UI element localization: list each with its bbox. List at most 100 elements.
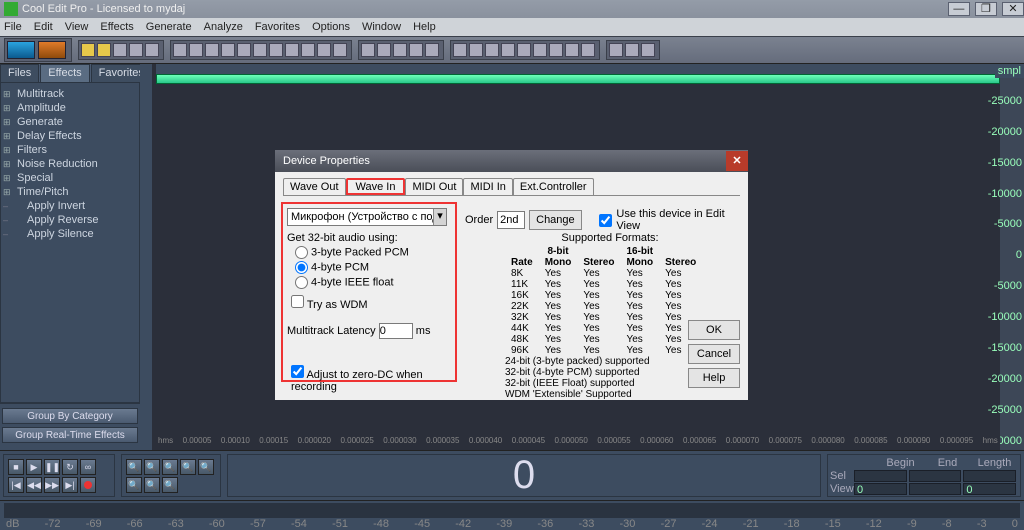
menu-effects[interactable]: Effects xyxy=(100,21,133,33)
save-icon[interactable] xyxy=(113,43,127,57)
tb-icon[interactable] xyxy=(285,43,299,57)
try-wdm-checkbox[interactable] xyxy=(291,295,304,308)
tree-apply-silence[interactable]: Apply Silence xyxy=(3,227,137,241)
tree-multitrack[interactable]: Multitrack xyxy=(3,87,137,101)
tb-icon[interactable] xyxy=(581,43,595,57)
tb-icon[interactable] xyxy=(625,43,639,57)
help-button[interactable]: Help xyxy=(688,368,740,388)
tree-noise-reduction[interactable]: Noise Reduction xyxy=(3,157,137,171)
view-length[interactable]: 0 xyxy=(963,483,1016,495)
tab-midi-out[interactable]: MIDI Out xyxy=(405,178,463,195)
zoom-out-icon[interactable]: 🔍 xyxy=(144,459,160,475)
latency-input[interactable] xyxy=(379,323,413,339)
play-button[interactable]: ▶ xyxy=(26,459,42,475)
close-window-button[interactable]: ✕ xyxy=(1002,2,1024,16)
tb-icon[interactable] xyxy=(485,43,499,57)
tb-icon[interactable] xyxy=(501,43,515,57)
tb-icon[interactable] xyxy=(333,43,347,57)
tb-icon[interactable] xyxy=(425,43,439,57)
radio-3byte-packed[interactable] xyxy=(295,246,308,259)
zoom-in-v-icon[interactable]: 🔍 xyxy=(198,459,214,475)
view-begin[interactable]: 0 xyxy=(854,483,907,495)
tab-wave-out[interactable]: Wave Out xyxy=(283,178,346,195)
panel-separator[interactable] xyxy=(140,64,152,450)
tree-special[interactable]: Special xyxy=(3,171,137,185)
tb-icon[interactable] xyxy=(565,43,579,57)
sel-length[interactable] xyxy=(963,470,1016,482)
tree-time-pitch[interactable]: Time/Pitch xyxy=(3,185,137,199)
new-icon[interactable] xyxy=(97,43,111,57)
tb-icon[interactable] xyxy=(377,43,391,57)
order-input[interactable] xyxy=(497,211,525,229)
tb-icon[interactable] xyxy=(253,43,267,57)
tb-icon[interactable] xyxy=(533,43,547,57)
menu-favorites[interactable]: Favorites xyxy=(255,21,300,33)
ok-button[interactable]: OK xyxy=(688,320,740,340)
tree-delay-effects[interactable]: Delay Effects xyxy=(3,129,137,143)
zoom-left-icon[interactable]: 🔍 xyxy=(144,477,160,493)
menu-options[interactable]: Options xyxy=(312,21,350,33)
open-icon[interactable] xyxy=(81,43,95,57)
tab-files[interactable]: Files xyxy=(0,64,39,82)
menu-generate[interactable]: Generate xyxy=(146,21,192,33)
play-all-button[interactable]: ∞ xyxy=(80,459,96,475)
dialog-close-button[interactable]: ✕ xyxy=(726,151,748,171)
tree-amplitude[interactable]: Amplitude xyxy=(3,101,137,115)
effects-tree[interactable]: Multitrack Amplitude Generate Delay Effe… xyxy=(0,82,140,403)
tb-icon[interactable] xyxy=(269,43,283,57)
zoom-sel-icon[interactable]: 🔍 xyxy=(180,459,196,475)
mode-editview-icon[interactable] xyxy=(7,41,35,59)
pause-button[interactable]: ❚❚ xyxy=(44,459,60,475)
tb-icon[interactable] xyxy=(301,43,315,57)
tab-ext-controller[interactable]: Ext.Controller xyxy=(513,178,594,195)
tree-apply-reverse[interactable]: Apply Reverse xyxy=(3,213,137,227)
tree-apply-invert[interactable]: Apply Invert xyxy=(3,199,137,213)
tab-wave-in[interactable]: Wave In xyxy=(346,178,406,195)
change-button[interactable]: Change xyxy=(529,210,582,230)
tb-icon[interactable] xyxy=(393,43,407,57)
goto-begin-button[interactable]: |◀ xyxy=(8,477,24,493)
sel-end[interactable] xyxy=(909,470,962,482)
tb-icon[interactable] xyxy=(205,43,219,57)
zoom-right-icon[interactable]: 🔍 xyxy=(162,477,178,493)
overview-bar[interactable] xyxy=(156,74,1000,84)
tab-midi-in[interactable]: MIDI In xyxy=(463,178,512,195)
menu-help[interactable]: Help xyxy=(413,21,436,33)
paste-icon[interactable] xyxy=(145,43,159,57)
stop-button[interactable]: ■ xyxy=(8,459,24,475)
tree-filters[interactable]: Filters xyxy=(3,143,137,157)
menu-view[interactable]: View xyxy=(65,21,89,33)
tb-icon[interactable] xyxy=(361,43,375,57)
tb-icon[interactable] xyxy=(237,43,251,57)
tb-icon[interactable] xyxy=(641,43,655,57)
adjust-dc-checkbox[interactable] xyxy=(291,365,304,378)
radio-4byte-pcm[interactable] xyxy=(295,261,308,274)
rewind-button[interactable]: ◀◀ xyxy=(26,477,42,493)
copy-icon[interactable] xyxy=(129,43,143,57)
tb-icon[interactable] xyxy=(189,43,203,57)
tree-generate[interactable]: Generate xyxy=(3,115,137,129)
use-in-editview-checkbox[interactable] xyxy=(599,214,612,227)
tb-icon[interactable] xyxy=(517,43,531,57)
mode-multitrack-icon[interactable] xyxy=(38,41,66,59)
cancel-button[interactable]: Cancel xyxy=(688,344,740,364)
menu-analyze[interactable]: Analyze xyxy=(204,21,243,33)
tb-icon[interactable] xyxy=(409,43,423,57)
menu-file[interactable]: File xyxy=(4,21,22,33)
tb-icon[interactable] xyxy=(173,43,187,57)
group-realtime-effects-button[interactable]: Group Real-Time Effects xyxy=(2,427,138,443)
tb-icon[interactable] xyxy=(221,43,235,57)
minimize-button[interactable]: — xyxy=(948,2,970,16)
fastfwd-button[interactable]: ▶▶ xyxy=(44,477,60,493)
chevron-down-icon[interactable]: ▾ xyxy=(433,209,446,225)
goto-end-button[interactable]: ▶| xyxy=(62,477,78,493)
view-end[interactable] xyxy=(909,483,962,495)
menu-window[interactable]: Window xyxy=(362,21,401,33)
device-combo[interactable]: Микрофон (Устройство с поддержк ▾ xyxy=(287,208,447,226)
tb-icon[interactable] xyxy=(453,43,467,57)
maximize-button[interactable]: ❐ xyxy=(975,2,997,16)
tb-icon[interactable] xyxy=(469,43,483,57)
zoom-full-icon[interactable]: 🔍 xyxy=(162,459,178,475)
radio-4byte-ieee[interactable] xyxy=(295,276,308,289)
zoom-out-v-icon[interactable]: 🔍 xyxy=(126,477,142,493)
